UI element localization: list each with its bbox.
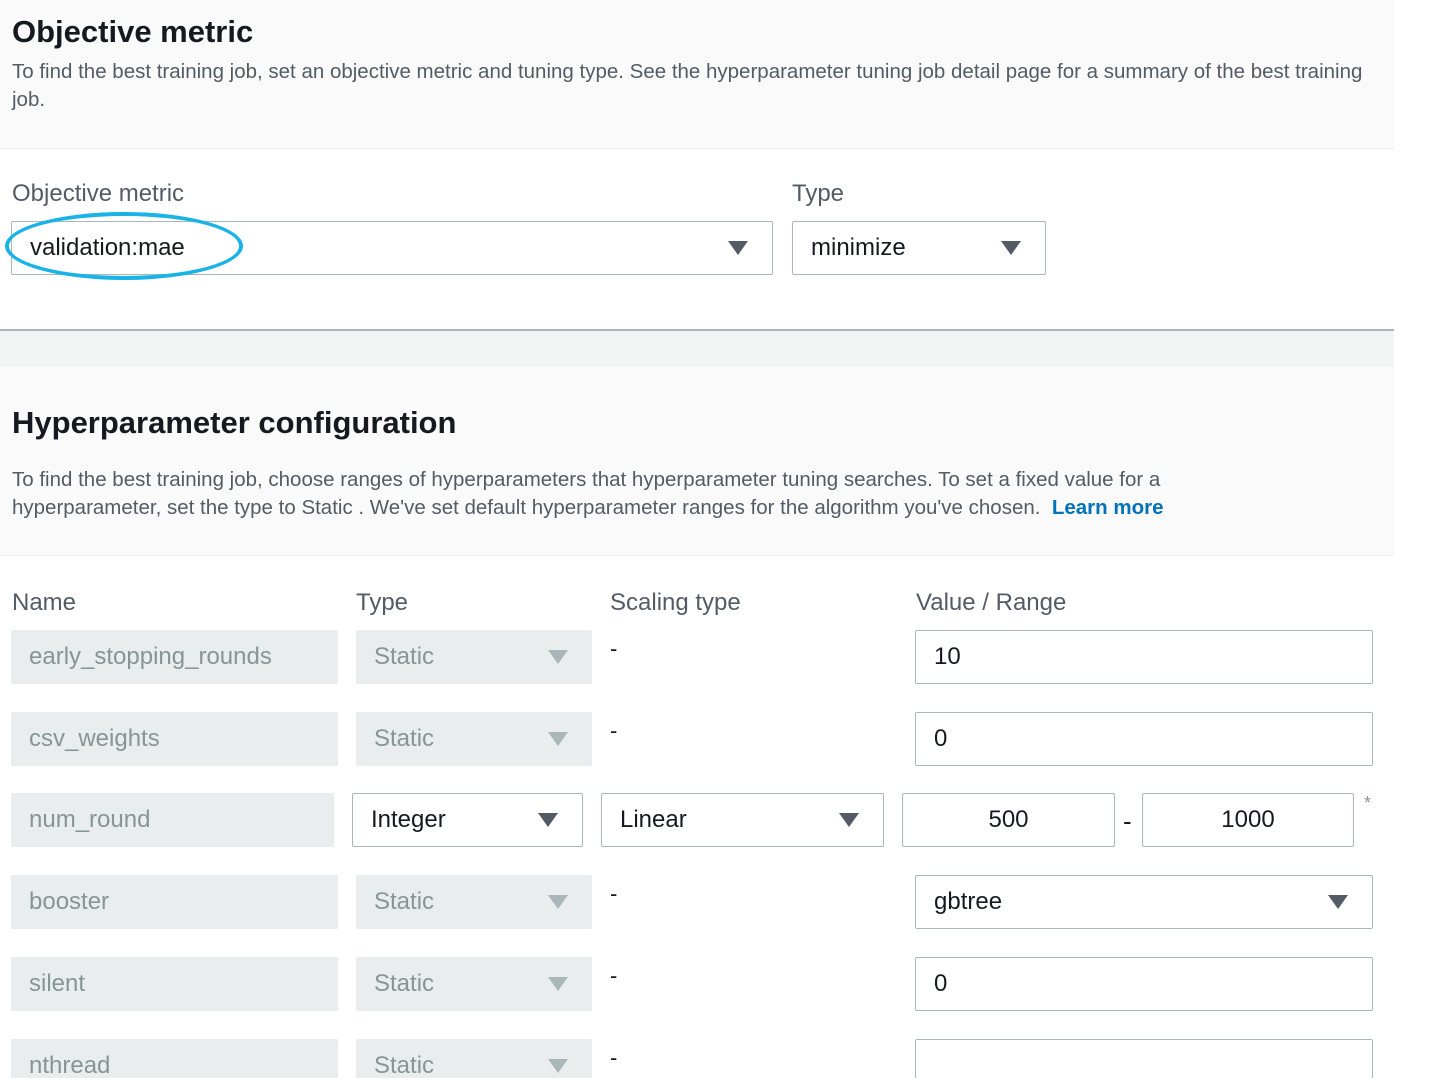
col-scaling: Scaling type — [610, 589, 741, 616]
chevron-down-icon — [1001, 241, 1021, 255]
param-type-select: Static — [356, 957, 592, 1011]
required-mark: * — [1364, 793, 1372, 813]
range-max-input[interactable]: 1000 — [1142, 793, 1354, 847]
chevron-down-icon — [548, 1059, 568, 1073]
chevron-down-icon — [728, 241, 748, 255]
param-value-selected: gbtree — [934, 888, 1003, 915]
param-value-select[interactable]: gbtree — [915, 875, 1373, 929]
param-type-select: Static — [356, 1039, 592, 1078]
objective-description: To find the best training job, set an ob… — [12, 60, 1363, 111]
chevron-down-icon — [548, 895, 568, 909]
hyper-description: To find the best training job, choose ra… — [12, 466, 1312, 522]
divider — [0, 148, 1394, 149]
scaling-placeholder: - — [610, 881, 618, 906]
objective-metric-label: Objective metric — [12, 180, 185, 207]
range-separator: - — [1123, 806, 1132, 836]
param-value-input[interactable]: 0 — [915, 712, 1373, 766]
param-value-input[interactable]: 10 — [915, 630, 1373, 684]
scaling-placeholder: - — [610, 718, 618, 743]
hyper-header-bg — [0, 367, 1394, 555]
col-value: Value / Range — [916, 589, 1067, 616]
param-type-value: Static — [374, 725, 435, 752]
chevron-down-icon — [548, 977, 568, 991]
param-type-value: Integer — [371, 806, 446, 833]
param-type-select: Static — [356, 875, 592, 929]
objective-type-value: minimize — [811, 234, 906, 261]
col-type: Type — [356, 589, 409, 616]
chevron-down-icon — [1328, 895, 1348, 909]
chevron-down-icon — [538, 813, 558, 827]
objective-type-label: Type — [792, 180, 845, 207]
divider — [0, 555, 1394, 556]
scaling-placeholder: - — [610, 1045, 618, 1070]
param-type-select: Static — [356, 712, 592, 766]
param-name-field: early_stopping_rounds — [11, 630, 338, 684]
chevron-down-icon — [839, 813, 859, 827]
section-gap — [0, 331, 1394, 367]
scaling-type-value: Linear — [620, 806, 687, 833]
param-type-select[interactable]: Integer — [352, 793, 583, 847]
param-name-field: silent — [11, 957, 338, 1011]
param-name-field: csv_weights — [11, 712, 338, 766]
param-type-select: Static — [356, 630, 592, 684]
range-min-input[interactable]: 500 — [902, 793, 1115, 847]
scaling-type-select[interactable]: Linear — [601, 793, 884, 847]
chevron-down-icon — [548, 732, 568, 746]
chevron-down-icon — [548, 650, 568, 664]
param-value-input[interactable]: 0 — [915, 957, 1373, 1011]
objective-metric-value: validation:mae — [30, 234, 185, 261]
param-type-value: Static — [374, 970, 435, 997]
learn-more-link[interactable]: Learn more — [1052, 496, 1164, 519]
param-name-field: booster — [11, 875, 338, 929]
scaling-placeholder: - — [610, 963, 618, 988]
hyper-title: Hyperparameter configuration — [12, 405, 457, 440]
param-value-input[interactable] — [915, 1039, 1373, 1078]
param-name-field: nthread — [11, 1039, 338, 1078]
param-name-field: num_round — [11, 793, 334, 847]
objective-type-select[interactable]: minimize — [792, 221, 1046, 275]
scaling-placeholder: - — [610, 636, 618, 661]
param-type-value: Static — [374, 643, 435, 670]
param-type-value: Static — [374, 888, 435, 915]
objective-title: Objective metric — [12, 14, 254, 49]
objective-metric-select[interactable]: validation:mae — [11, 221, 773, 275]
param-type-value: Static — [374, 1052, 435, 1078]
col-name: Name — [12, 589, 77, 616]
hyper-description-text: To find the best training job, choose ra… — [12, 468, 1161, 519]
